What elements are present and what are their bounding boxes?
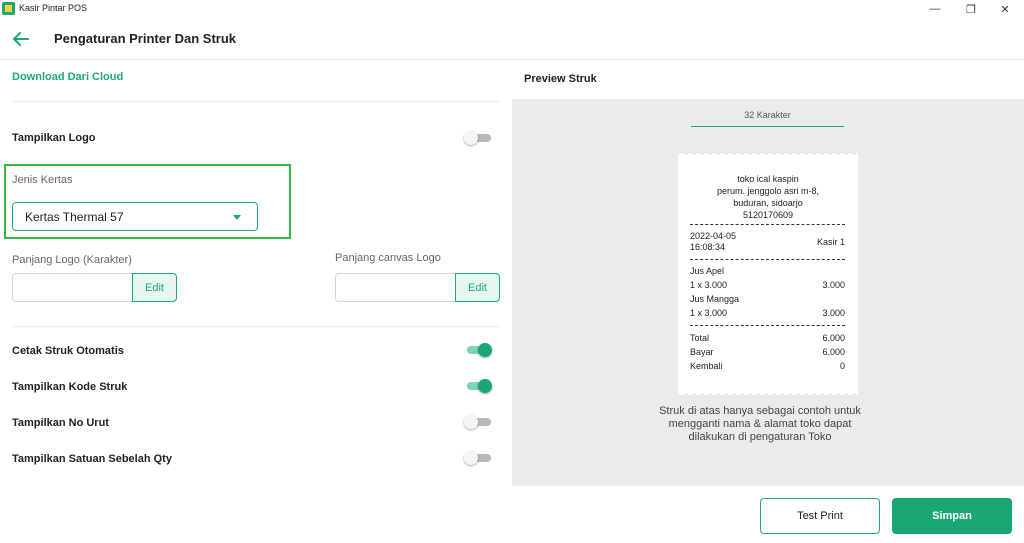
receipt-date: 2022-04-05: [690, 231, 737, 241]
download-from-cloud-link[interactable]: Download Dari Cloud: [12, 71, 123, 83]
settings-panel: Download Dari Cloud Tampilkan Logo Jenis…: [0, 60, 512, 543]
receipt-divider: [690, 259, 845, 260]
receipt-divider: [690, 325, 845, 326]
paper-type-value: Kertas Thermal 57: [25, 210, 124, 224]
paper-type-select[interactable]: Kertas Thermal 57: [12, 202, 258, 231]
receipt-item-qty-price: 1 x 3.000: [690, 308, 728, 318]
page-header: Pengaturan Printer Dan Struk: [0, 18, 1024, 60]
show-receipt-code-toggle[interactable]: [464, 379, 492, 393]
receipt-summary-label: Bayar: [690, 347, 714, 357]
show-receipt-code-label: Tampilkan Kode Struk: [12, 381, 128, 393]
logo-length-input[interactable]: [12, 273, 132, 302]
logo-length-label: Panjang Logo (Karakter): [12, 254, 132, 266]
kasir-pintar-app-icon: [2, 2, 15, 15]
maximize-button[interactable]: ❐: [954, 0, 988, 18]
preview-note-line: dilakukan di pengaturan Toko: [688, 431, 832, 443]
show-logo-label: Tampilkan Logo: [12, 132, 96, 144]
logo-canvas-length-edit-button[interactable]: Edit: [455, 273, 500, 302]
receipt-phone: 5120170609: [742, 210, 794, 220]
receipt-divider: [690, 224, 845, 225]
show-unit-beside-qty-toggle[interactable]: [464, 451, 492, 465]
receipt-time: 16:08:34: [690, 242, 726, 252]
receipt-item-total: 3.000: [822, 308, 845, 318]
receipt-item-name: Jus Mangga: [690, 294, 740, 304]
show-order-number-toggle[interactable]: [464, 415, 492, 429]
receipt-item-total: 3.000: [822, 280, 845, 290]
receipt-address-line2: buduran, sidoarjo: [733, 198, 803, 208]
receipt-summary-value: 6.000: [822, 333, 845, 343]
preview-note-line: Struk di atas hanya sebagai contoh untuk: [659, 405, 861, 417]
preview-note-line: mengganti nama & alamat toko dapat: [668, 418, 852, 430]
logo-canvas-length-label: Panjang canvas Logo: [335, 252, 441, 264]
receipt-preview: toko ical kaspin perum. jenggolo asri m-…: [678, 152, 858, 396]
arrow-left-icon[interactable]: [10, 28, 32, 50]
caret-down-icon: [233, 215, 241, 220]
divider: [12, 101, 500, 102]
receipt-cashier: Kasir 1: [816, 237, 845, 247]
receipt-summary-value: 6.000: [822, 347, 845, 357]
preview-title: Preview Struk: [524, 73, 597, 85]
preview-note: Struk di atas hanya sebagai contoh untuk…: [640, 405, 880, 444]
close-button[interactable]: ✕: [988, 0, 1022, 18]
logo-canvas-length-input[interactable]: [335, 273, 455, 302]
receipt-store-name: toko ical kaspin: [737, 174, 799, 184]
auto-print-toggle[interactable]: [464, 343, 492, 357]
receipt-address-line1: perum. jenggolo asri m-8,: [716, 186, 820, 196]
show-order-number-label: Tampilkan No Urut: [12, 417, 109, 429]
show-unit-beside-qty-label: Tampilkan Satuan Sebelah Qty: [12, 453, 172, 465]
minimize-button[interactable]: —: [918, 0, 952, 18]
divider: [12, 326, 500, 327]
receipt-summary-label: Total: [690, 333, 710, 343]
window-titlebar: Kasir Pintar POS — ❐ ✕: [0, 0, 1024, 18]
paper-type-label: Jenis Kertas: [12, 174, 73, 186]
receipt-item-qty-price: 1 x 3.000: [690, 280, 728, 290]
char-width-tab[interactable]: 32 Karakter: [691, 108, 844, 127]
window-title: Kasir Pintar POS: [19, 3, 88, 13]
logo-length-edit-button[interactable]: Edit: [132, 273, 177, 302]
test-print-button[interactable]: Test Print: [760, 498, 880, 534]
receipt-summary-label: Kembali: [690, 361, 723, 371]
auto-print-label: Cetak Struk Otomatis: [12, 345, 124, 357]
receipt-summary-value: 0: [839, 361, 845, 371]
show-logo-toggle[interactable]: [464, 131, 492, 145]
page-title: Pengaturan Printer Dan Struk: [54, 31, 237, 46]
receipt-item-name: Jus Apel: [690, 266, 725, 276]
save-button[interactable]: Simpan: [892, 498, 1012, 534]
